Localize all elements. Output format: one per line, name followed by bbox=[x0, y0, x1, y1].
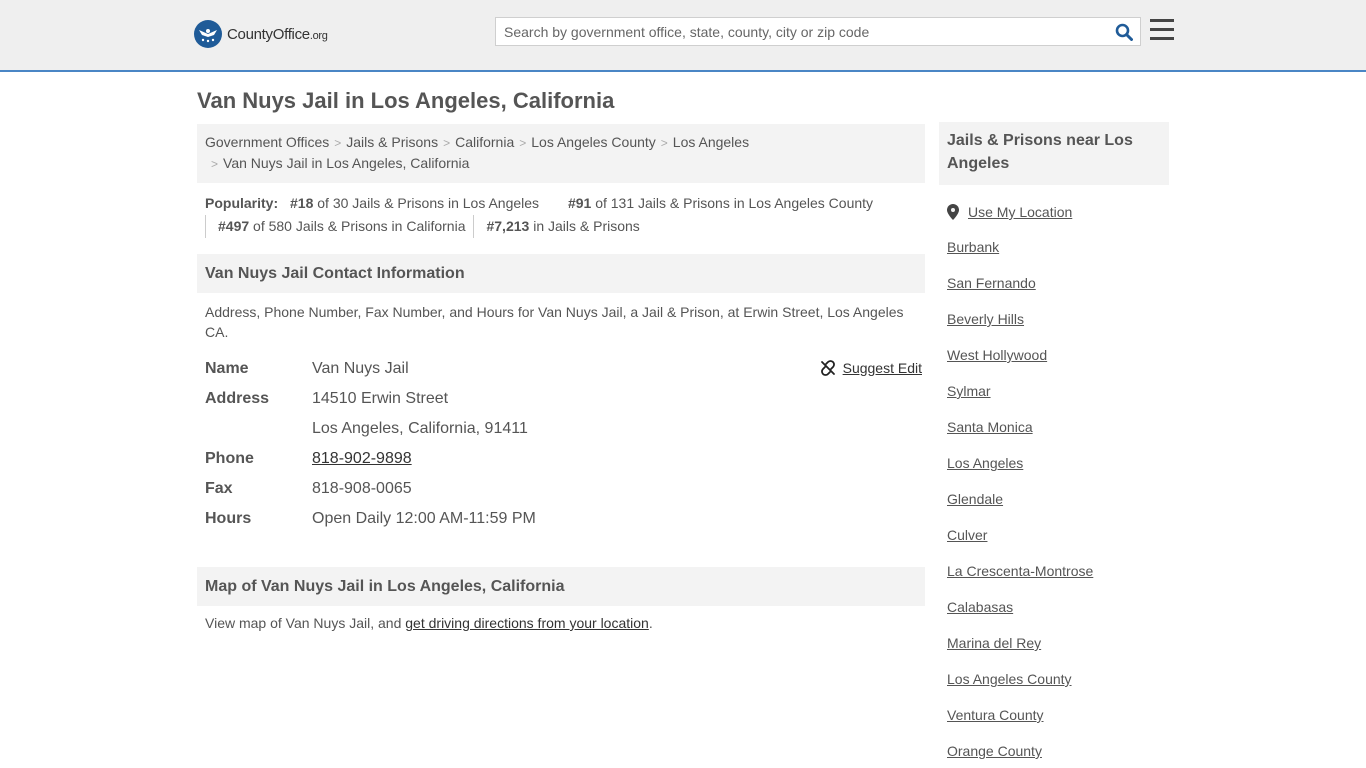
search-button[interactable] bbox=[1108, 18, 1140, 45]
search-input[interactable] bbox=[496, 18, 1108, 45]
hours-label: Hours bbox=[205, 510, 252, 527]
breadcrumb-separator-icon: > bbox=[519, 136, 527, 150]
driving-directions-link[interactable]: get driving directions from your locatio… bbox=[405, 615, 649, 631]
breadcrumb-separator-icon: > bbox=[334, 136, 342, 150]
name-label: Name bbox=[205, 360, 249, 377]
rank-national: #7,213 in Jails & Prisons bbox=[473, 215, 647, 238]
sidebar-link-calabasas[interactable]: Calabasas bbox=[947, 599, 1161, 617]
rank-state: #497 of 580 Jails & Prisons in Californi… bbox=[205, 215, 473, 238]
contact-name-row: Name Van Nuys Jail bbox=[205, 354, 917, 384]
logo-eagle-icon bbox=[194, 20, 222, 48]
phone-label: Phone bbox=[205, 450, 254, 467]
fax-label: Fax bbox=[205, 480, 233, 497]
sidebar-link-los-angeles-county[interactable]: Los Angeles County bbox=[947, 671, 1161, 689]
address-label: Address bbox=[205, 390, 270, 407]
sidebar: Jails & Prisons near Los Angeles Use My … bbox=[939, 122, 1169, 761]
contact-intro: Address, Phone Number, Fax Number, and H… bbox=[205, 304, 904, 340]
breadcrumb-current: Van Nuys Jail in Los Angeles, California bbox=[223, 155, 470, 171]
sidebar-link-burbank[interactable]: Burbank bbox=[947, 239, 1161, 257]
sidebar-link-marina-del-rey[interactable]: Marina del Rey bbox=[947, 635, 1161, 653]
sidebar-link-beverly-hills[interactable]: Beverly Hills bbox=[947, 311, 1161, 329]
map-pin-icon bbox=[947, 204, 959, 220]
address-line2: Los Angeles, California, 91411 bbox=[312, 420, 528, 437]
breadcrumb-separator-icon: > bbox=[211, 157, 219, 171]
sidebar-link-west-hollywood[interactable]: West Hollywood bbox=[947, 347, 1161, 365]
sidebar-link-los-angeles[interactable]: Los Angeles bbox=[947, 455, 1161, 473]
address-line1: 14510 Erwin Street bbox=[312, 390, 449, 407]
breadcrumb: Government Offices > Jails & Prisons > Calif… bbox=[197, 124, 925, 183]
broken-link-icon bbox=[820, 360, 835, 376]
suggest-edit-link[interactable]: Suggest Edit bbox=[820, 360, 922, 376]
main-content: Government Offices > Jails & Prisons > Calif… bbox=[197, 124, 925, 631]
sidebar-link-culver[interactable]: Culver bbox=[947, 527, 1161, 545]
name-value: Van Nuys Jail bbox=[312, 360, 409, 377]
contact-address-row: Address 14510 Erwin Street bbox=[205, 384, 917, 414]
rank-city: #18 of 30 Jails & Prisons in Los Angeles bbox=[290, 195, 540, 211]
popularity-ranks: Popularity: #18 of 30 Jails & Prisons in… bbox=[197, 183, 925, 244]
contact-phone-row: Phone 818-902-9898 bbox=[205, 444, 917, 474]
sidebar-link-san-fernando[interactable]: San Fernando bbox=[947, 275, 1161, 293]
map-heading: Map of Van Nuys Jail in Los Angeles, Cal… bbox=[197, 567, 925, 606]
popularity-label: Popularity: bbox=[205, 195, 279, 211]
sidebar-link-santa-monica[interactable]: Santa Monica bbox=[947, 419, 1161, 437]
breadcrumb-government-offices[interactable]: Government Offices bbox=[205, 134, 329, 150]
breadcrumb-separator-icon: > bbox=[660, 136, 668, 150]
hours-value: Open Daily 12:00 AM-11:59 PM bbox=[312, 510, 536, 527]
contact-address-row-2: Los Angeles, California, 91411 bbox=[205, 414, 917, 444]
breadcrumb-los-angeles[interactable]: Los Angeles bbox=[673, 134, 749, 150]
nearby-list: Use My Location Burbank San Fernando Bev… bbox=[939, 203, 1169, 761]
contact-hours-row: Hours Open Daily 12:00 AM-11:59 PM bbox=[205, 504, 917, 534]
sidebar-link-sylmar[interactable]: Sylmar bbox=[947, 383, 1161, 401]
breadcrumb-los-angeles-county[interactable]: Los Angeles County bbox=[531, 134, 656, 150]
logo-text: CountyOffice.org bbox=[227, 25, 328, 43]
search-icon bbox=[1115, 23, 1133, 41]
site-logo[interactable]: CountyOffice.org bbox=[194, 20, 328, 48]
search-bar bbox=[495, 17, 1141, 46]
sidebar-link-ventura-county[interactable]: Ventura County bbox=[947, 707, 1161, 725]
breadcrumb-jails-prisons[interactable]: Jails & Prisons bbox=[346, 134, 438, 150]
page-title: Van Nuys Jail in Los Angeles, California bbox=[197, 88, 615, 113]
site-header: CountyOffice.org bbox=[0, 0, 1366, 72]
rank-county: #91 of 131 Jails & Prisons in Los Angele… bbox=[567, 195, 874, 211]
map-description: View map of Van Nuys Jail, and get drivi… bbox=[205, 615, 653, 631]
phone-link[interactable]: 818-902-9898 bbox=[312, 450, 412, 467]
use-my-location-link[interactable]: Use My Location bbox=[947, 203, 1161, 221]
sidebar-link-orange-county[interactable]: Orange County bbox=[947, 743, 1161, 761]
contact-details: Suggest Edit Name Van Nuys Jail Address … bbox=[197, 342, 925, 534]
contact-fax-row: Fax 818-908-0065 bbox=[205, 474, 917, 504]
breadcrumb-separator-icon: > bbox=[443, 136, 451, 150]
sidebar-link-la-crescenta-montrose[interactable]: La Crescenta-Montrose bbox=[947, 563, 1161, 581]
sidebar-link-glendale[interactable]: Glendale bbox=[947, 491, 1161, 509]
breadcrumb-california[interactable]: California bbox=[455, 134, 514, 150]
sidebar-heading: Jails & Prisons near Los Angeles bbox=[939, 122, 1169, 185]
contact-heading: Van Nuys Jail Contact Information bbox=[197, 254, 925, 293]
fax-value: 818-908-0065 bbox=[312, 480, 412, 497]
hamburger-menu-icon[interactable] bbox=[1150, 19, 1174, 41]
